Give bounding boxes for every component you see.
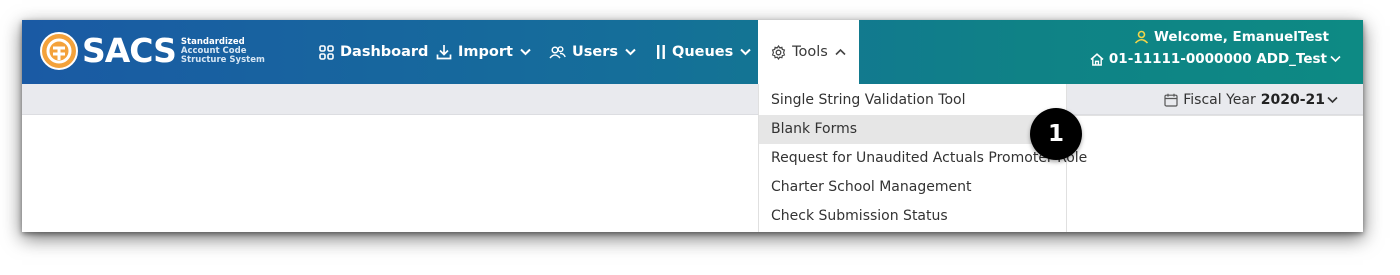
nav-users[interactable]: Users (549, 20, 636, 84)
chevron-down-icon (1330, 55, 1341, 63)
users-icon (549, 45, 566, 59)
chevron-down-icon (740, 48, 751, 56)
menu-item-charter-school-management[interactable]: Charter School Management (759, 173, 1066, 202)
nav-tools[interactable]: Tools (758, 20, 859, 84)
logo-wordmark: SACS (82, 31, 177, 70)
top-navbar: SACS Standardized Account Code Structure… (22, 20, 1363, 84)
nav-dashboard[interactable]: Dashboard (319, 20, 428, 84)
step-callout-badge: 1 (1030, 108, 1082, 160)
fiscal-year-selector[interactable]: Fiscal Year 2020-21 (1164, 92, 1338, 108)
chevron-down-icon (625, 48, 636, 56)
sacs-logo[interactable]: SACS Standardized Account Code Structure… (40, 31, 265, 71)
grid-icon (319, 44, 334, 60)
gear-icon (771, 44, 786, 60)
district-text: 01-11111-0000000 ADD_Test (1108, 51, 1327, 67)
fiscal-year-value: 2020-21 (1260, 92, 1325, 108)
sacs-logo-icon (40, 32, 78, 70)
menu-item-check-submission-status[interactable]: Check Submission Status (759, 202, 1066, 231)
fiscal-year-label: Fiscal Year (1183, 92, 1256, 108)
tools-dropdown-menu: Single String Validation Tool Blank Form… (758, 84, 1087, 232)
logo-sub-line-3: Structure System (180, 54, 265, 65)
nav-import-label: Import (458, 44, 513, 60)
menu-item-single-string-validation[interactable]: Single String Validation Tool (759, 86, 1066, 115)
home-icon (1090, 52, 1104, 66)
chevron-down-icon (520, 48, 531, 56)
nav-import[interactable]: Import (436, 20, 531, 84)
divider (1067, 115, 1363, 116)
nav-dashboard-label: Dashboard (340, 44, 429, 60)
nav-users-label: Users (572, 44, 619, 60)
nav-queues-label: Queues (672, 44, 734, 60)
menu-item-blank-forms[interactable]: Blank Forms (759, 115, 1066, 144)
chevron-up-icon (835, 48, 846, 56)
logo-subtitle: Standardized Account Code Structure Syst… (180, 37, 265, 65)
sub-toolbar (22, 84, 1363, 115)
calendar-icon (1164, 93, 1178, 107)
queues-icon (657, 45, 665, 59)
nav-queues[interactable]: Queues (656, 20, 751, 84)
district-selector[interactable]: 01-11111-0000000 ADD_Test (1090, 51, 1341, 67)
chevron-down-icon (1327, 96, 1338, 104)
welcome-user[interactable]: Welcome, EmanuelTest (1134, 29, 1329, 45)
user-icon (1134, 30, 1149, 44)
menu-item-unaudited-actuals-promoter[interactable]: Request for Unaudited Actuals Promoter R… (759, 144, 1087, 173)
download-icon (436, 45, 452, 60)
nav-tools-label: Tools (792, 44, 828, 60)
app-frame: SACS Standardized Account Code Structure… (22, 20, 1363, 232)
welcome-text: Welcome, EmanuelTest (1154, 29, 1329, 45)
